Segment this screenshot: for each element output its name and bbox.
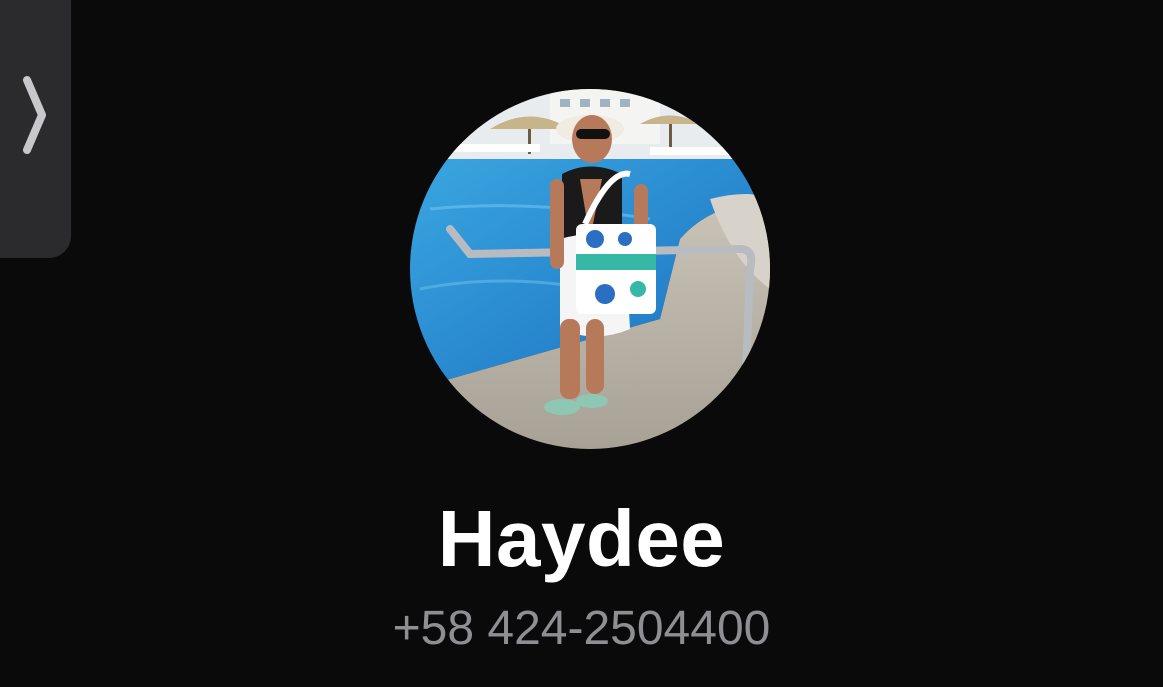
contact-name: Haydee (437, 494, 726, 583)
contact-avatar[interactable] (410, 89, 770, 449)
contact-card-screen: Haydee +58 424-2504400 (0, 0, 1163, 687)
contact-phone-number[interactable]: +58 424-2504400 (0, 601, 1163, 657)
chevron-right-icon (23, 76, 46, 154)
side-panel-handle[interactable] (0, 0, 71, 258)
contact-photo (410, 89, 770, 449)
